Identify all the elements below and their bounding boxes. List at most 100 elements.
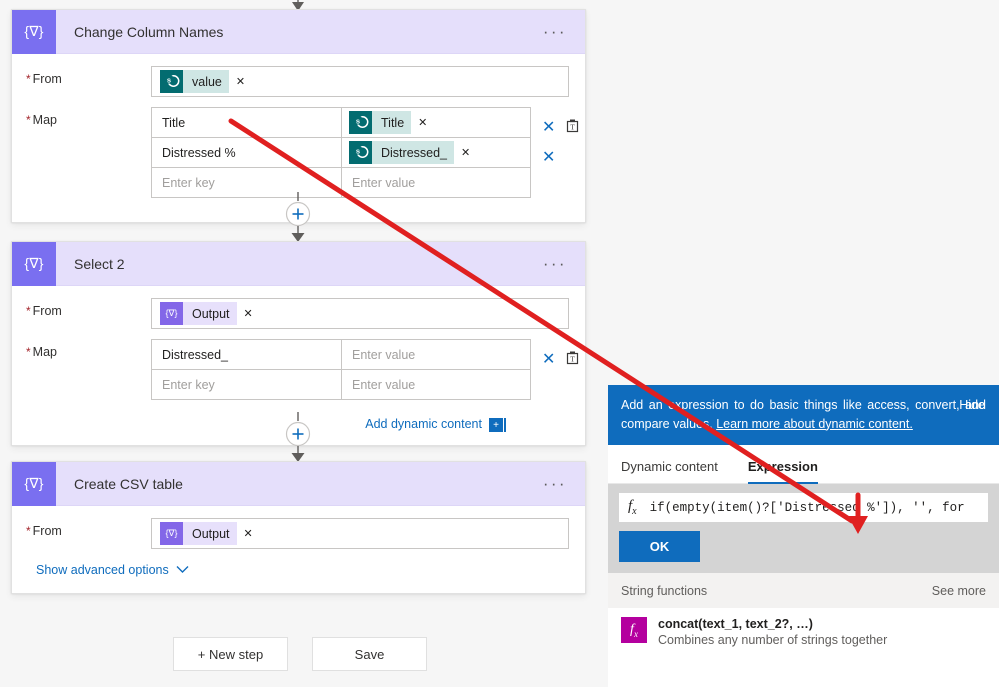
hide-button[interactable]: Hide [959,396,985,415]
required-asterisk: * [26,524,31,538]
data-operations-icon: {∇} [12,461,56,506]
map-field-row: * Map Title s Title ✕ Distressed % s Dis… [26,107,579,198]
function-list-item[interactable]: fx concat(text_1, text_2?, …) Combines a… [608,608,999,657]
flow-action-buttons: + New step Save [0,637,600,671]
map-value-input[interactable]: Enter value [342,340,530,369]
map-grid: Distressed_ Enter value Enter key Enter … [151,339,531,400]
map-row[interactable]: Distressed % s Distressed_ ✕ [152,138,530,168]
new-step-button[interactable]: + New step [173,637,288,671]
map-field-label: * Map [26,345,57,359]
map-row-action-group: ✕ T [542,113,593,143]
show-advanced-options-label: Show advanced options [36,563,169,577]
token-remove-icon[interactable]: ✕ [244,527,253,540]
card-header[interactable]: {∇} Select 2 ··· [12,241,585,286]
flow-canvas: {∇} Change Column Names ··· * From s valu… [0,0,610,687]
connector-insert-2 [285,412,311,462]
svg-text:s: s [356,116,360,125]
tab-expression[interactable]: Expression [747,459,819,484]
svg-text:s: s [167,75,171,84]
from-input[interactable]: {∇} Output ✕ [151,518,569,549]
power-automate-flow-designer: {∇} Change Column Names ··· * From s valu… [0,0,999,687]
switch-to-text-mode-icon[interactable]: T [565,350,580,370]
fx-icon: fx [621,617,647,643]
from-field-label: * From [26,72,62,86]
token-remove-icon[interactable]: ✕ [244,307,253,320]
banner-description: Add an expression to do basic things lik… [621,398,986,431]
card-change-column-names[interactable]: {∇} Change Column Names ··· * From s valu… [11,9,586,223]
sharepoint-icon: s [349,141,372,164]
token-chip[interactable]: s Title ✕ [349,111,427,134]
map-key-input[interactable]: Distressed_ [152,340,342,369]
map-row[interactable]: Title s Title ✕ [152,108,530,138]
map-row-action-group: ✕ [542,143,593,173]
connector-insert-1 [285,192,311,242]
panel-tabs: Dynamic content Expression [608,445,999,484]
card-header[interactable]: {∇} Change Column Names ··· [12,9,585,54]
token-remove-icon[interactable]: ✕ [461,146,470,159]
card-title: Change Column Names [74,23,224,40]
card-menu-button[interactable]: ··· [543,23,567,40]
sharepoint-icon: s [160,70,183,93]
see-more-link[interactable]: See more [932,584,986,598]
learn-more-link[interactable]: Learn more about dynamic content. [716,417,913,431]
map-key-input[interactable]: Distressed % [152,138,342,167]
token-label: Output [183,522,237,545]
map-value-input[interactable]: Enter value [342,370,530,399]
delete-row-icon[interactable]: ✕ [542,352,555,368]
map-row[interactable]: Enter key Enter value [152,370,530,400]
map-value-input[interactable]: s Distressed_ ✕ [342,138,530,167]
card-title: Select 2 [74,255,125,272]
function-section-title: String functions [621,584,708,598]
card-menu-button[interactable]: ··· [543,255,567,272]
delete-row-icon[interactable]: ✕ [542,120,555,136]
map-key-input[interactable]: Enter key [152,370,342,399]
from-input[interactable]: {∇} Output ✕ [151,298,569,329]
ok-button[interactable]: OK [619,531,700,562]
map-key-input[interactable]: Title [152,108,342,137]
map-field-label: * Map [26,113,57,127]
from-field-row: * From {∇} Output ✕ [26,298,569,329]
data-operations-icon: {∇} [12,241,56,286]
from-field-label: * From [26,524,62,538]
map-value-input[interactable]: s Title ✕ [342,108,530,137]
token-chip[interactable]: {∇} Output ✕ [160,522,253,545]
token-remove-icon[interactable]: ✕ [418,116,427,129]
card-menu-button[interactable]: ··· [543,475,567,492]
from-field-label: * From [26,304,62,318]
card-body: * From {∇} Output ✕ Show advanced options [12,506,585,593]
required-asterisk: * [26,72,31,86]
data-operations-icon: {∇} [12,9,56,54]
token-chip[interactable]: {∇} Output ✕ [160,302,253,325]
switch-to-text-mode-icon[interactable]: T [565,118,580,138]
token-chip[interactable]: s value ✕ [160,70,245,93]
data-operations-icon: {∇} [160,302,183,325]
expression-input[interactable]: fx if(empty(item()?['Distressed %']), ''… [619,493,988,522]
svg-text:s: s [356,146,360,155]
map-row[interactable]: Distressed_ Enter value [152,340,530,370]
save-button[interactable]: Save [312,637,427,671]
fx-icon: fx [628,498,637,517]
from-input[interactable]: s value ✕ [151,66,569,97]
card-create-csv-table[interactable]: {∇} Create CSV table ··· * From {∇} Outpu… [11,461,586,594]
svg-text:T: T [571,355,576,364]
card-header[interactable]: {∇} Create CSV table ··· [12,461,585,506]
delete-row-icon[interactable]: ✕ [542,150,555,166]
panel-banner: Add an expression to do basic things lik… [608,385,999,445]
token-label: Distressed_ [372,141,454,164]
token-label: Output [183,302,237,325]
function-name: concat(text_1, text_2?, …) [658,617,813,631]
map-row-actions: ✕ T [531,339,593,400]
expression-value: if(empty(item()?['Distressed %']), '', f… [649,500,965,515]
required-asterisk: * [26,113,31,127]
function-description: Combines any number of strings together [658,633,888,647]
tab-dynamic-content[interactable]: Dynamic content [621,459,718,483]
expression-editor-area: fx if(empty(item()?['Distressed %']), ''… [608,484,999,573]
chevron-down-icon [176,563,189,577]
svg-text:T: T [571,123,576,132]
required-asterisk: * [26,304,31,318]
token-chip[interactable]: s Distressed_ ✕ [349,141,470,164]
from-field-row: * From s value ✕ [26,66,569,97]
token-label: Title [372,111,412,134]
token-remove-icon[interactable]: ✕ [236,75,245,88]
show-advanced-options-button[interactable]: Show advanced options [36,563,189,577]
